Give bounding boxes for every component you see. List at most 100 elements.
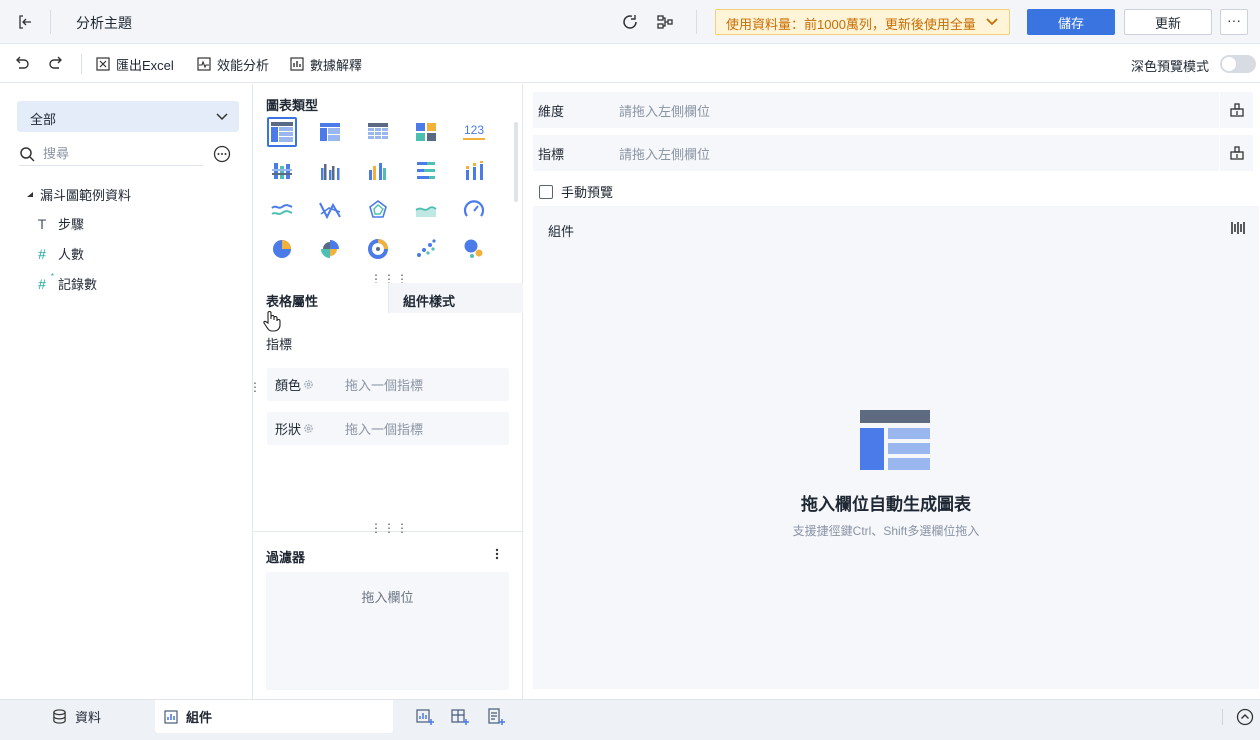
search-icon xyxy=(20,146,35,162)
cross-table-chart-icon[interactable] xyxy=(363,117,393,147)
color-placeholder: 拖入一個指標 xyxy=(345,378,424,393)
kpi-chart-icon[interactable]: 123 xyxy=(459,117,489,147)
table-node[interactable]: 漏斗圖範例資料 xyxy=(26,185,131,204)
component-icon xyxy=(164,709,178,724)
resize-handle[interactable]: ⋮⋮⋮ xyxy=(370,522,409,534)
radar-chart-icon[interactable] xyxy=(363,195,393,225)
scatter-chart-icon[interactable] xyxy=(411,234,441,264)
metrics-section-title: 指標 xyxy=(266,337,293,352)
area-chart-icon[interactable] xyxy=(411,195,441,225)
dark-mode-toggle[interactable] xyxy=(1220,55,1256,73)
donut-chart-icon[interactable] xyxy=(363,234,393,264)
empty-table-illustration xyxy=(860,410,932,475)
calculated-number-type-icon: # * xyxy=(38,271,54,292)
divider xyxy=(50,10,51,34)
bubble-chart-icon[interactable] xyxy=(459,234,489,264)
metric-placeholder: 請拖入左側欄位 xyxy=(619,146,711,162)
export-excel-button[interactable]: 匯出Excel xyxy=(96,54,174,74)
filter-drop-zone[interactable]: 拖入欄位 xyxy=(266,572,509,690)
property-tabs: 表格屬性 組件樣式 xyxy=(253,283,523,313)
field-item[interactable]: # * 記錄數 xyxy=(34,271,98,293)
shape-drop-zone[interactable]: 形狀 拖入一個指標 xyxy=(267,412,509,445)
empty-state-title: 拖入欄位自動生成圖表 xyxy=(801,495,971,514)
gear-icon xyxy=(304,424,313,433)
grouped-column-chart-icon[interactable] xyxy=(315,156,345,186)
tab-component-style[interactable]: 組件樣式 xyxy=(388,283,523,313)
horizontal-bar-chart-icon[interactable] xyxy=(411,156,441,186)
dimension-drop-zone[interactable]: 維度 請拖入左側欄位 xyxy=(533,92,1253,128)
stacked-bar-chart-icon[interactable] xyxy=(267,156,297,186)
barcode-icon[interactable] xyxy=(1230,220,1246,239)
pie-chart-icon[interactable] xyxy=(267,234,297,264)
line-chart-icon[interactable] xyxy=(315,195,345,225)
tab-table-properties[interactable]: 表格屬性 xyxy=(253,283,388,313)
field-item[interactable]: T 步驟 xyxy=(34,214,84,233)
grouped-table-chart-icon[interactable] xyxy=(315,117,345,147)
performance-analysis-label: 效能分析 xyxy=(217,57,270,73)
chevron-down-icon xyxy=(985,15,999,32)
config-panel: 圖表類型 123 ⋮⋮⋮ 表格屬性 組件樣式 指標 ⋮ 顏色 拖入一個指標 形狀… xyxy=(249,84,523,699)
metric-drop-zone[interactable]: 指標 請拖入左側欄位 xyxy=(533,135,1253,171)
scrollbar[interactable] xyxy=(514,122,518,202)
tab-data-label: 資料 xyxy=(75,710,102,725)
field-name: 記錄數 xyxy=(58,277,98,292)
tab-component[interactable]: 組件 xyxy=(155,700,393,733)
field-options-icon[interactable] xyxy=(213,145,231,163)
canvas-panel: 維度 請拖入左側欄位 指標 請拖入左側欄位 手動預覽 組件 拖入欄位自動生成圖表… xyxy=(523,84,1260,699)
datasource-value: 全部 xyxy=(30,112,57,127)
range-column-chart-icon[interactable] xyxy=(459,156,489,186)
update-button[interactable]: 更新 xyxy=(1124,9,1212,35)
dark-mode-label: 深色預覽模式 xyxy=(1131,59,1210,74)
excel-icon xyxy=(96,57,110,71)
lineage-icon[interactable] xyxy=(653,10,677,34)
sort-icon[interactable] xyxy=(1219,135,1253,171)
refresh-icon[interactable] xyxy=(618,10,642,34)
exit-icon[interactable] xyxy=(10,8,40,36)
resize-handle[interactable]: ⋮⋮⋮ xyxy=(370,273,409,285)
canvas-title: 組件 xyxy=(548,224,575,239)
color-label: 顏色 xyxy=(275,378,302,393)
datasource-select[interactable]: 全部 xyxy=(17,101,239,132)
add-report-icon[interactable] xyxy=(487,708,505,726)
color-drop-zone[interactable]: 顏色 拖入一個指標 xyxy=(267,368,509,401)
bottom-bar: 資料 組件 xyxy=(0,699,1260,740)
filter-more-icon[interactable] xyxy=(491,546,503,562)
gauge-chart-icon[interactable] xyxy=(459,195,489,225)
field-item[interactable]: # 人數 xyxy=(34,244,84,263)
field-name: 步驟 xyxy=(58,217,85,232)
usage-notice-dropdown[interactable]: 使用資料量：前1000萬列，更新後使用全量 xyxy=(715,9,1010,35)
export-excel-label: 匯出Excel xyxy=(116,57,174,73)
undo-icon[interactable] xyxy=(14,54,30,74)
toolbar: 匯出Excel 效能分析 數據解釋 深色預覽模式 xyxy=(0,44,1260,83)
add-dashboard-icon[interactable] xyxy=(451,708,469,726)
shape-placeholder: 拖入一個指標 xyxy=(345,422,424,437)
database-icon xyxy=(53,709,66,724)
manual-preview-checkbox[interactable]: 手動預覽 xyxy=(539,182,613,201)
text-type-icon: T xyxy=(37,215,47,232)
multi-line-chart-icon[interactable] xyxy=(267,195,297,225)
add-component-icon[interactable] xyxy=(416,708,434,726)
multi-column-chart-icon[interactable] xyxy=(363,156,393,186)
search-input[interactable] xyxy=(43,146,193,161)
more-options-button[interactable]: ··· xyxy=(1220,9,1248,35)
rose-chart-icon[interactable] xyxy=(315,234,345,264)
chart-type-grid: 123 xyxy=(267,117,503,264)
resize-handle[interactable]: ⋮ xyxy=(249,381,262,393)
usage-notice-text: 使用資料量：前1000萬列，更新後使用全量 xyxy=(726,17,976,32)
redo-icon[interactable] xyxy=(48,54,64,74)
top-bar: 分析主題 使用資料量：前1000萬列，更新後使用全量 儲存 更新 ··· xyxy=(0,0,1260,44)
collapse-panel-icon[interactable] xyxy=(1236,708,1254,726)
checkbox[interactable] xyxy=(539,184,553,199)
matrix-chart-icon[interactable] xyxy=(411,117,441,147)
performance-analysis-button[interactable]: 效能分析 xyxy=(197,54,269,74)
save-button[interactable]: 儲存 xyxy=(1027,9,1115,35)
detail-table-chart-icon[interactable] xyxy=(267,117,297,147)
filter-title: 過濾器 xyxy=(266,550,306,565)
field-name: 人數 xyxy=(58,247,85,262)
data-explanation-button[interactable]: 數據解釋 xyxy=(290,54,362,74)
type-glyph: # xyxy=(38,275,46,292)
divider xyxy=(696,10,697,34)
sort-icon[interactable] xyxy=(1219,92,1253,128)
tab-data[interactable]: 資料 xyxy=(52,700,101,733)
bar-chart-icon xyxy=(290,57,304,71)
